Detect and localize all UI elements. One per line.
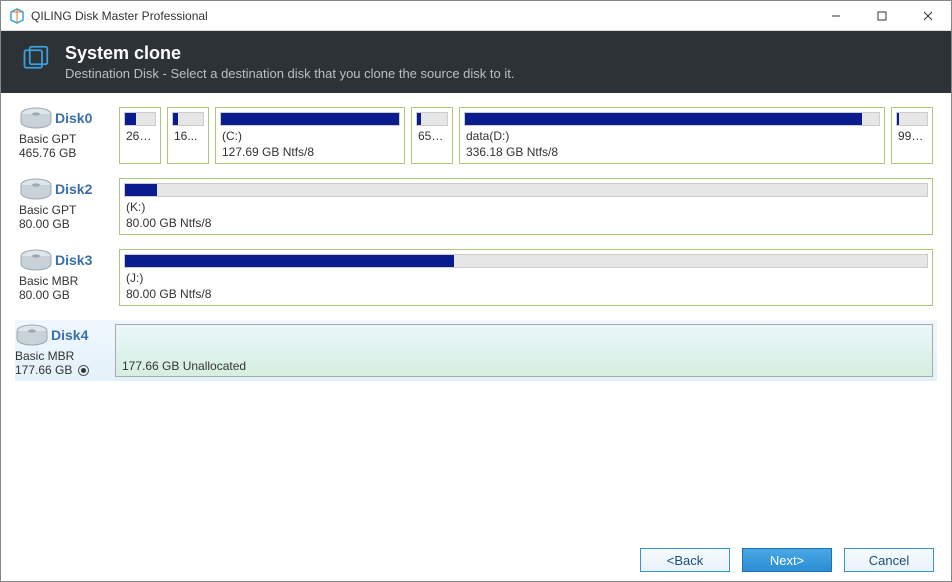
disk-type: Basic GPT	[19, 132, 111, 146]
partition-detail: 127.69 GB Ntfs/8	[216, 145, 404, 162]
partition[interactable]: (K:)80.00 GB Ntfs/8	[119, 178, 933, 235]
partitions: 260... 16... (C:)127.69 GB Ntfs/8 653... dat…	[119, 107, 933, 164]
disk-type: Basic MBR	[19, 274, 111, 288]
partition-label: (C:)	[216, 126, 404, 145]
partition-label: (K:)	[120, 197, 932, 216]
disk-row[interactable]: Disk2 Basic GPT80.00 GB (K:)80.00 GB Ntfs/…	[19, 178, 933, 235]
usage-bar	[124, 112, 156, 126]
usage-bar	[416, 112, 448, 126]
partitions: 177.66 GB Unallocated	[115, 324, 933, 377]
app-title: QILING Disk Master Professional	[31, 9, 813, 23]
usage-bar	[220, 112, 400, 126]
partition[interactable]: (C:)127.69 GB Ntfs/8	[215, 107, 405, 164]
disk-list: Disk0Basic GPT465.76 GB260...16...(C:)12…	[1, 93, 951, 533]
usage-bar	[172, 112, 204, 126]
titlebar: QILING Disk Master Professional	[1, 1, 951, 31]
disk-name: Disk3	[55, 252, 92, 268]
disk-row[interactable]: Disk3 Basic MBR80.00 GB (J:)80.00 GB Ntfs/…	[19, 249, 933, 306]
disk-type: Basic GPT	[19, 203, 111, 217]
partition-detail: 80.00 GB Ntfs/8	[120, 287, 932, 304]
partition-label: (J:)	[120, 268, 932, 287]
usage-bar	[464, 112, 880, 126]
disk-type: Basic MBR	[15, 349, 107, 363]
partition-detail: 177.66 GB Unallocated	[116, 359, 932, 376]
partition[interactable]: 177.66 GB Unallocated	[115, 324, 933, 377]
partition-detail: 260...	[120, 129, 160, 146]
cancel-button[interactable]: Cancel	[844, 548, 934, 572]
back-button[interactable]: <Back	[640, 548, 730, 572]
usage-bar	[124, 183, 928, 197]
partition[interactable]: 995...	[891, 107, 933, 164]
minimize-button[interactable]	[813, 1, 859, 30]
partition-detail: 16...	[168, 129, 208, 146]
disk-info: Disk3 Basic MBR80.00 GB	[19, 249, 111, 302]
disk-size: 80.00 GB	[19, 288, 111, 302]
partition[interactable]: (J:)80.00 GB Ntfs/8	[119, 249, 933, 306]
usage-bar	[124, 254, 928, 268]
partitions: (K:)80.00 GB Ntfs/8	[119, 178, 933, 235]
disk-size: 80.00 GB	[19, 217, 111, 231]
close-button[interactable]	[905, 1, 951, 30]
partition-detail: 653...	[412, 129, 452, 146]
disk-name: Disk0	[55, 110, 92, 126]
partition-detail: 336.18 GB Ntfs/8	[460, 145, 884, 162]
disk-info: Disk2 Basic GPT80.00 GB	[19, 178, 111, 231]
footer-buttons: <Back Next> Cancel	[640, 548, 934, 572]
partition[interactable]: 653...	[411, 107, 453, 164]
app-logo-icon	[9, 8, 25, 24]
disk-row[interactable]: Disk0 Basic GPT465.76 GB 260... 16... (C:)12…	[19, 107, 933, 164]
next-button[interactable]: Next>	[742, 548, 832, 572]
page-subtitle: Destination Disk - Select a destination …	[65, 66, 514, 81]
selected-radio-icon	[78, 365, 89, 376]
page-header: System clone Destination Disk - Select a…	[1, 31, 951, 93]
disk-row[interactable]: Disk4 Basic MBR177.66 GB 177.66 GB Unallo…	[15, 320, 937, 381]
disk-name: Disk4	[51, 327, 88, 343]
maximize-button[interactable]	[859, 1, 905, 30]
disk-info: Disk0 Basic GPT465.76 GB	[19, 107, 111, 160]
disk-size: 177.66 GB	[15, 363, 107, 377]
disk-name: Disk2	[55, 181, 92, 197]
partition[interactable]: data(D:)336.18 GB Ntfs/8	[459, 107, 885, 164]
usage-bar	[896, 112, 928, 126]
partition[interactable]: 260...	[119, 107, 161, 164]
page-title: System clone	[65, 43, 514, 64]
disk-info: Disk4 Basic MBR177.66 GB	[15, 324, 107, 377]
partition-detail: 80.00 GB Ntfs/8	[120, 216, 932, 233]
partition-label: data(D:)	[460, 126, 884, 145]
partition[interactable]: 16...	[167, 107, 209, 164]
partitions: (J:)80.00 GB Ntfs/8	[119, 249, 933, 306]
clone-icon	[21, 45, 49, 73]
partition-detail: 995...	[892, 129, 932, 146]
disk-size: 465.76 GB	[19, 146, 111, 160]
